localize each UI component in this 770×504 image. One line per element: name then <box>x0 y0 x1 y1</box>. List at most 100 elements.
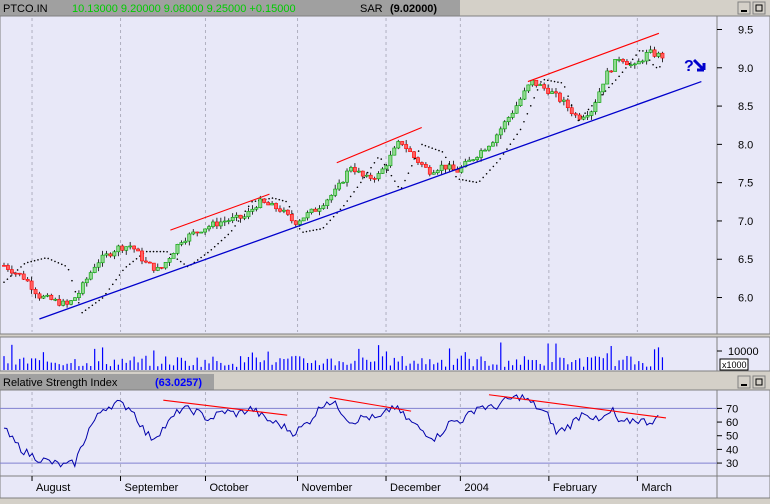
candle-body <box>6 265 10 270</box>
sar-dot <box>247 205 250 208</box>
candle-body <box>534 79 539 86</box>
sar-dot <box>339 208 342 211</box>
sar-dot <box>478 180 481 182</box>
candle-body <box>17 272 22 275</box>
sar-dot <box>512 138 515 141</box>
candle-body <box>565 99 570 108</box>
rsi-maximize-button[interactable] <box>752 375 766 389</box>
candle-body <box>309 208 314 213</box>
candle-body <box>510 112 515 118</box>
sar-dot <box>37 259 39 261</box>
sar-dot <box>489 169 491 171</box>
candle-body <box>632 63 637 66</box>
sar-dot <box>159 250 162 253</box>
sar-dot <box>434 148 437 151</box>
sar-dot <box>536 89 539 91</box>
candle-body <box>289 214 294 222</box>
sar-dot <box>60 263 63 266</box>
candle-body <box>211 221 215 227</box>
candle-body <box>175 244 180 254</box>
sar-dot <box>312 229 315 232</box>
sar-dot <box>176 258 179 260</box>
candle-body <box>53 298 58 301</box>
sar-dot <box>438 149 440 152</box>
candle-body <box>593 102 598 113</box>
sar-dot <box>343 204 345 207</box>
sar-dot <box>349 195 352 198</box>
minimize-icon <box>741 384 747 386</box>
sar-dot <box>101 297 104 299</box>
sar-dot <box>309 230 311 232</box>
sar-dot <box>638 49 641 52</box>
candle-body <box>41 295 46 299</box>
sar-dot <box>648 59 651 61</box>
candle-body <box>301 217 306 222</box>
candle-body <box>660 52 665 59</box>
candle-body <box>262 198 267 203</box>
rsi-tick-label: 60 <box>726 417 738 429</box>
sar-dot <box>468 180 471 182</box>
candle-body <box>57 298 62 306</box>
candle-body <box>337 182 342 190</box>
candle-body <box>380 168 385 174</box>
price-tick-label: 8.5 <box>738 101 753 113</box>
sar-dot <box>94 302 97 304</box>
maximize-button[interactable] <box>752 1 766 15</box>
sar-dot <box>424 144 427 147</box>
price-tick-label: 6.0 <box>738 293 753 305</box>
candle-body <box>305 212 310 219</box>
candle-body <box>475 157 480 161</box>
candle-body <box>423 164 428 168</box>
candle-body <box>65 300 69 305</box>
sar-dot <box>608 86 610 89</box>
candle-body <box>33 289 38 295</box>
candle-body <box>325 199 330 206</box>
minimize-button[interactable] <box>737 1 751 15</box>
candle-body <box>601 83 606 93</box>
sar-dot <box>563 86 566 88</box>
price-tick-label: 7.0 <box>738 216 753 228</box>
sar-dot <box>591 104 593 107</box>
candle-body <box>416 157 420 163</box>
sar-dot <box>128 263 131 265</box>
volume-multiplier: x1000 <box>722 360 747 370</box>
sar-dot <box>77 301 80 304</box>
candle-body <box>132 245 137 250</box>
candle-body <box>254 207 259 210</box>
candle-body <box>92 266 97 273</box>
price-panel <box>0 15 718 335</box>
sar-dot <box>230 230 233 232</box>
candle-body <box>356 170 361 173</box>
sar-dot <box>495 161 498 164</box>
sar-dot <box>485 172 488 175</box>
sar-dot <box>326 223 328 225</box>
candle-body <box>360 170 365 177</box>
sar-dot <box>9 275 12 277</box>
sar-dot <box>281 199 284 202</box>
sar-dot <box>499 158 501 160</box>
rsi-minimize-button[interactable] <box>737 375 751 389</box>
sar-dot <box>26 261 29 264</box>
candle-body <box>420 162 424 165</box>
sar-dot <box>224 236 226 239</box>
sar-dot <box>356 186 359 189</box>
sar-dot <box>40 258 43 260</box>
x-tick-label: November <box>302 482 353 494</box>
sar-dot <box>285 200 287 203</box>
candle-body <box>636 61 641 65</box>
sar-dot <box>67 268 70 271</box>
sar-dot <box>16 269 19 271</box>
sar-dot <box>546 79 549 82</box>
candle-body <box>554 91 558 94</box>
candle-body <box>222 220 227 223</box>
candle-body <box>270 203 275 206</box>
candle-body <box>427 167 432 175</box>
price-tick-label: 9.5 <box>738 24 753 36</box>
candle-body <box>345 170 349 183</box>
sar-dot <box>54 260 56 263</box>
sar-dot <box>587 108 590 111</box>
candle-body <box>569 107 574 114</box>
sar-dot <box>84 309 87 311</box>
sar-dot <box>560 81 563 84</box>
candle-body <box>179 242 184 245</box>
